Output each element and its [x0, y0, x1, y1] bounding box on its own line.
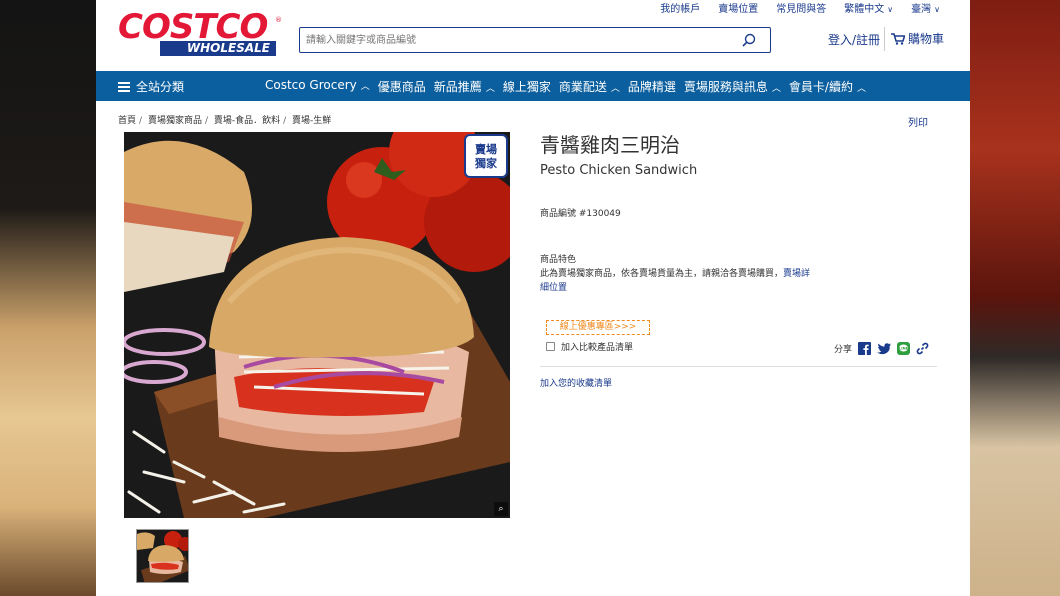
breadcrumb-home[interactable]: 首頁 — [118, 116, 136, 126]
product-thumbnail[interactable] — [136, 529, 189, 583]
logo-subtitle: WHOLESALE — [160, 41, 276, 56]
svg-text:LINE: LINE — [899, 347, 909, 351]
cart-link[interactable]: 購物車 — [891, 30, 944, 47]
faq-link[interactable]: 常見問與答 — [776, 0, 826, 15]
compare-label: 加入比較產品清單 — [561, 343, 634, 353]
sandwich-illustration — [124, 132, 510, 518]
background-right — [970, 0, 1060, 596]
header-divider — [884, 27, 885, 51]
breadcrumb-food-drink[interactable]: 賣場-食品．飲料 — [214, 116, 280, 126]
costco-logo[interactable]: COSTCO WHOLESALE ® — [118, 7, 282, 58]
add-to-compare[interactable]: 加入比較產品清單 — [546, 340, 633, 353]
breadcrumb-exclusive[interactable]: 賣場獨家商品 — [148, 116, 202, 126]
nav-item-business-delivery[interactable]: 商業配送 ︿ — [559, 78, 620, 95]
chevron-up-icon: ︿ — [485, 84, 495, 94]
nav-item-online-only[interactable]: 線上獨家 — [503, 78, 551, 95]
cart-icon — [891, 32, 905, 45]
link-icon[interactable] — [916, 342, 929, 355]
nav-item-brands[interactable]: 品牌精選 — [628, 78, 676, 95]
nav-item-store-services[interactable]: 賣場服務與訊息 ︿ — [684, 78, 781, 95]
utility-links: 我的帳戶 賣場位置 常見問與答 繁體中文 ∨ 臺灣 ∨ — [660, 0, 940, 15]
hamburger-icon — [118, 81, 130, 92]
line-icon[interactable]: LINE — [897, 342, 911, 355]
chevron-up-icon: ︿ — [610, 84, 620, 94]
product-sku: 商品編號 #130049 — [540, 209, 621, 219]
add-to-wishlist-link[interactable]: 加入您的收藏清單 — [540, 376, 612, 389]
logo-wordmark: COSTCO — [118, 7, 268, 47]
nav-item-costco-grocery[interactable]: Costco Grocery ︿ — [265, 78, 370, 95]
features-text: 此為賣場獨家商品，依各賣場貨量為主，請親洽各賣場購買，賣場詳細位置 — [540, 269, 811, 293]
twitter-icon[interactable] — [877, 342, 892, 355]
nav-items: Costco Grocery ︿ 優惠商品 新品推薦 ︿ 線上獨家 商業配送 ︿ 品牌… — [265, 78, 874, 95]
search-input[interactable] — [300, 28, 720, 53]
registered-mark: ® — [275, 16, 282, 24]
nav-item-deals[interactable]: 優惠商品 — [378, 78, 426, 95]
cart-label: 購物車 — [908, 32, 945, 46]
store-exclusive-badge: 賣場 獨家 — [464, 134, 508, 178]
share-label: 分享 — [834, 345, 853, 355]
my-account-link[interactable]: 我的帳戶 — [660, 0, 700, 15]
search-icon[interactable] — [742, 33, 756, 47]
sandwich-thumbnail-image — [137, 530, 188, 582]
main-nav: 全站分類 Costco Grocery ︿ 優惠商品 新品推薦 ︿ 線上獨家 商業配… — [96, 71, 970, 101]
share-bar: 分享 LINE — [834, 342, 929, 355]
nav-item-membership[interactable]: 會員卡/續約 ︿ — [789, 78, 866, 95]
background-left — [0, 0, 96, 596]
product-title-zh: 青醬雞肉三明治 — [540, 133, 680, 157]
online-deals-button[interactable]: 線上優惠專區>>> — [546, 320, 650, 335]
store-locations-link[interactable]: 賣場位置 — [718, 0, 758, 15]
product-title-en: Pesto Chicken Sandwich — [540, 163, 698, 178]
chevron-down-icon: ∨ — [934, 5, 940, 14]
all-categories-label: 全站分類 — [136, 80, 185, 94]
chevron-up-icon: ︿ — [856, 84, 866, 94]
compare-checkbox[interactable] — [546, 342, 555, 351]
print-link[interactable]: 列印 — [908, 114, 928, 129]
chevron-up-icon: ︿ — [771, 84, 781, 94]
all-categories-button[interactable]: 全站分類 — [118, 78, 184, 95]
nav-item-new[interactable]: 新品推薦 ︿ — [434, 78, 495, 95]
region-select[interactable]: 臺灣 ∨ — [911, 0, 940, 15]
product-image[interactable]: 賣場 獨家 ⌕ — [124, 132, 510, 518]
zoom-icon[interactable]: ⌕ — [494, 502, 508, 516]
language-select[interactable]: 繁體中文 ∨ — [844, 0, 894, 15]
features-heading: 商品特色 — [540, 255, 577, 265]
login-register-link[interactable]: 登入/註冊 — [828, 31, 880, 48]
breadcrumb-fresh[interactable]: 賣場-生鮮 — [292, 116, 331, 126]
chevron-down-icon: ∨ — [887, 5, 894, 14]
breadcrumb: 首頁 / 賣場獨家商品 / 賣場-食品．飲料 / 賣場-生鮮 — [118, 116, 332, 126]
search-box — [299, 27, 771, 53]
product-page: 我的帳戶 賣場位置 常見問與答 繁體中文 ∨ 臺灣 ∨ COSTCO WHOLESA… — [96, 0, 970, 596]
chevron-up-icon: ︿ — [360, 82, 370, 92]
divider — [540, 366, 937, 367]
facebook-icon[interactable] — [858, 342, 872, 355]
